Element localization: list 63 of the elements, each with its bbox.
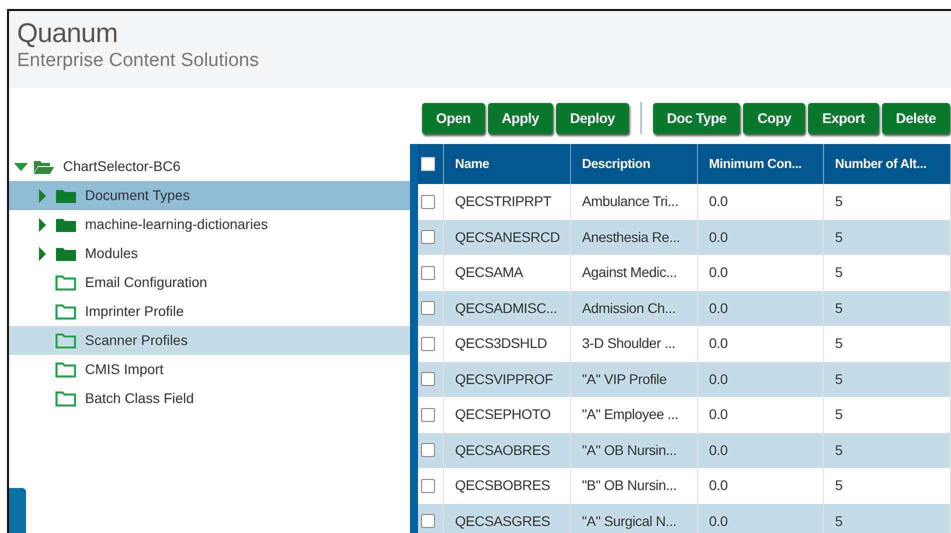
- tree-item[interactable]: Email Configuration: [9, 268, 410, 297]
- row-checkbox[interactable]: [421, 443, 435, 458]
- table-cell: "A" Surgical N...: [571, 504, 698, 533]
- toolbar-button[interactable]: Copy: [743, 102, 806, 134]
- folder-outline-icon: [55, 390, 77, 406]
- select-all-checkbox[interactable]: [421, 157, 435, 171]
- table-cell: Anesthesia Re...: [571, 220, 698, 255]
- folder-icon: [55, 188, 77, 204]
- table-cell: 5: [824, 220, 951, 255]
- toolbar-button[interactable]: Delete: [882, 102, 950, 134]
- table-cell: 0.0: [698, 290, 824, 326]
- table-cell: "A" OB Nursin...: [571, 432, 698, 468]
- table-cell: QECSASGRES: [444, 504, 571, 533]
- table-cell: QECSANESRCD: [444, 220, 571, 255]
- toolbar-button[interactable]: Export: [808, 102, 879, 134]
- row-checkbox[interactable]: [421, 514, 435, 528]
- table-cell: "A" VIP Profile: [571, 362, 698, 397]
- tree-item[interactable]: CMIS Import: [9, 355, 410, 384]
- column-header[interactable]: Name: [444, 144, 571, 184]
- caret-down-icon[interactable]: [13, 160, 29, 172]
- row-checkbox[interactable]: [421, 408, 435, 422]
- table-cell: 5: [824, 432, 951, 468]
- tree-item[interactable]: Document Types: [9, 181, 410, 210]
- tree-item[interactable]: Imprinter Profile: [9, 297, 410, 326]
- table-cell: QECSVIPPROF: [444, 362, 571, 397]
- table-cell: 0.0: [698, 432, 824, 468]
- row-checkbox[interactable]: [421, 478, 435, 493]
- row-checkbox[interactable]: [421, 194, 435, 209]
- open-folder-icon: [33, 158, 55, 174]
- table-cell: QECSAOBRES: [444, 432, 571, 468]
- brand-logo-text: Quanum: [17, 19, 118, 49]
- tree-item[interactable]: Modules: [9, 239, 410, 268]
- row-checkbox[interactable]: [421, 230, 435, 244]
- folder-outline-icon: [55, 274, 77, 290]
- table-cell: 5: [824, 362, 951, 397]
- table-cell: 5: [824, 504, 951, 533]
- table-cell: 0.0: [698, 504, 824, 533]
- tree-item[interactable]: Scanner Profiles: [9, 326, 410, 355]
- folder-icon: [55, 216, 77, 232]
- column-header[interactable]: Description: [571, 144, 698, 184]
- toolbar-button[interactable]: Apply: [488, 102, 553, 134]
- folder-icon: [55, 246, 77, 262]
- folder-outline-icon: [55, 362, 77, 378]
- folder-outline-icon: [55, 332, 77, 348]
- table-cell: Admission Ch...: [571, 290, 698, 326]
- row-checkbox[interactable]: [421, 372, 435, 386]
- tree-item[interactable]: machine-learning-dictionaries: [9, 210, 410, 239]
- toolbar-button[interactable]: Deploy: [556, 102, 629, 134]
- tree-item[interactable]: ChartSelector-BC6: [9, 152, 410, 181]
- toolbar-button[interactable]: Open: [422, 102, 485, 134]
- brand-subtitle: Enterprise Content Solutions: [17, 50, 259, 73]
- row-checkbox[interactable]: [421, 301, 435, 316]
- table-cell: QECSADMISC...: [444, 290, 571, 326]
- column-header[interactable]: Minimum Con...: [698, 144, 824, 184]
- row-checkbox[interactable]: [421, 336, 435, 351]
- table-cell: 5: [824, 290, 951, 326]
- column-header[interactable]: Number of Alt...: [824, 144, 951, 184]
- folder-outline-icon: [55, 304, 77, 320]
- table-cell: 0.0: [698, 362, 824, 397]
- toolbar-button[interactable]: Doc Type: [652, 102, 740, 134]
- tree-item[interactable]: Batch Class Field: [9, 384, 410, 413]
- table-cell: 0.0: [698, 220, 824, 255]
- row-checkbox[interactable]: [421, 266, 435, 280]
